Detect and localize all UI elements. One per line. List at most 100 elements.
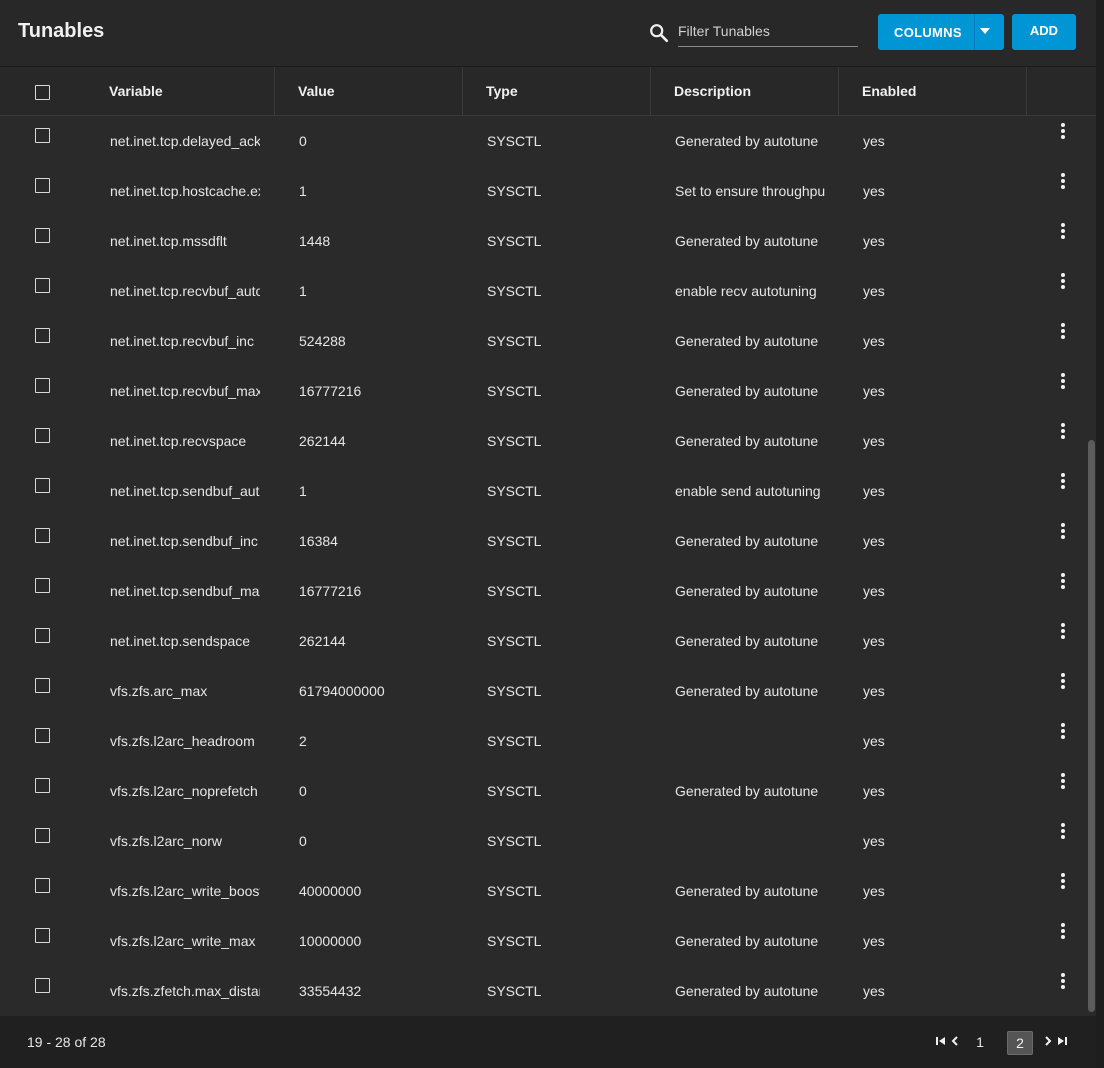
cell-enabled: yes: [863, 933, 885, 949]
column-header-value[interactable]: Value: [298, 67, 335, 115]
table-row[interactable]: net.inet.tcp.recvbuf_inc 524288 SYSCTL Gene…: [0, 316, 1088, 367]
more-vert-icon[interactable]: [1058, 973, 1068, 993]
more-vert-icon[interactable]: [1058, 273, 1068, 293]
cell-enabled: yes: [863, 483, 885, 499]
more-vert-icon[interactable]: [1058, 123, 1068, 143]
cell-variable: vfs.zfs.l2arc_norw: [110, 833, 223, 849]
scrollbar-thumb[interactable]: [1088, 440, 1095, 1012]
more-vert-icon[interactable]: [1058, 223, 1068, 243]
row-checkbox[interactable]: [35, 878, 50, 893]
row-checkbox[interactable]: [35, 678, 50, 693]
table-row[interactable]: net.inet.tcp.recvspace 262144 SYSCTL Genera…: [0, 416, 1088, 467]
column-header-variable[interactable]: Variable: [109, 67, 163, 115]
more-vert-icon[interactable]: [1058, 323, 1068, 343]
row-checkbox[interactable]: [35, 328, 50, 343]
more-vert-icon[interactable]: [1058, 723, 1068, 743]
cell-description: Generated by autotune: [675, 133, 819, 149]
row-checkbox[interactable]: [35, 778, 50, 793]
chevron-left-icon[interactable]: [948, 1034, 962, 1048]
column-divider[interactable]: [838, 67, 839, 115]
more-vert-icon[interactable]: [1058, 823, 1068, 843]
cell-variable: net.inet.tcp.recvbuf_auto: [110, 283, 260, 299]
page-button-1[interactable]: 1: [968, 1031, 992, 1053]
table-row[interactable]: vfs.zfs.zfetch.max_distance 33554432 SYSCT…: [0, 966, 1088, 1012]
row-checkbox[interactable]: [35, 728, 50, 743]
row-checkbox[interactable]: [35, 478, 50, 493]
column-header-enabled[interactable]: Enabled: [862, 67, 916, 115]
cell-value: 16777216: [299, 583, 362, 599]
cell-variable: net.inet.tcp.sendbuf_max: [110, 583, 260, 599]
columns-button[interactable]: COLUMNS: [878, 14, 1004, 50]
row-checkbox[interactable]: [35, 128, 50, 143]
chevron-right-icon[interactable]: [1041, 1034, 1055, 1048]
row-checkbox[interactable]: [35, 178, 50, 193]
table-row[interactable]: net.inet.tcp.hostcache.expire 1 SYSCTL Set …: [0, 166, 1088, 217]
more-vert-icon[interactable]: [1058, 773, 1068, 793]
toolbar: Tunables COLUMNS ADD: [0, 0, 1096, 67]
column-divider[interactable]: [1026, 67, 1027, 115]
more-vert-icon[interactable]: [1058, 923, 1068, 943]
table-row[interactable]: net.inet.tcp.recvbuf_auto 1 SYSCTL enable r…: [0, 266, 1088, 317]
cell-enabled: yes: [863, 233, 885, 249]
column-divider[interactable]: [650, 67, 651, 115]
last-page-icon[interactable]: [1055, 1034, 1069, 1048]
caret-down-icon[interactable]: [980, 28, 990, 34]
table-row[interactable]: vfs.zfs.arc_max 61794000000 SYSCTL Generate…: [0, 666, 1088, 717]
more-vert-icon[interactable]: [1058, 573, 1068, 593]
table-row[interactable]: net.inet.tcp.sendbuf_inc 16384 SYSCTL Gener…: [0, 516, 1088, 567]
first-page-icon[interactable]: [934, 1034, 948, 1048]
cell-description: Generated by autotune: [675, 783, 819, 799]
cell-variable: net.inet.tcp.delayed_ack: [110, 133, 260, 149]
table-row[interactable]: vfs.zfs.l2arc_write_boost 40000000 SYSCTL G…: [0, 866, 1088, 917]
more-vert-icon[interactable]: [1058, 873, 1068, 893]
row-checkbox[interactable]: [35, 528, 50, 543]
page-button-2[interactable]: 2: [1007, 1031, 1033, 1055]
cell-description: Generated by autotune: [675, 333, 819, 349]
more-vert-icon[interactable]: [1058, 173, 1068, 193]
table-row[interactable]: vfs.zfs.l2arc_write_max 10000000 SYSCTL Gen…: [0, 916, 1088, 967]
cell-type: SYSCTL: [487, 833, 542, 849]
more-vert-icon[interactable]: [1058, 373, 1068, 393]
cell-value: 33554432: [299, 983, 362, 999]
cell-value: 262144: [299, 433, 346, 449]
table-row[interactable]: vfs.zfs.l2arc_noprefetch 0 SYSCTL Generated…: [0, 766, 1088, 817]
row-checkbox[interactable]: [35, 278, 50, 293]
table-row[interactable]: net.inet.tcp.delayed_ack 0 SYSCTL Generated…: [0, 116, 1088, 167]
table-row[interactable]: net.inet.tcp.sendbuf_auto 1 SYSCTL enable s…: [0, 466, 1088, 517]
table-row[interactable]: vfs.zfs.l2arc_headroom 2 SYSCTL yes: [0, 716, 1088, 767]
table-row[interactable]: net.inet.tcp.recvbuf_max 16777216 SYSCTL Ge…: [0, 366, 1088, 417]
columns-button-label: COLUMNS: [894, 24, 962, 40]
select-all-checkbox[interactable]: [35, 85, 50, 100]
row-checkbox[interactable]: [35, 828, 50, 843]
table-row[interactable]: vfs.zfs.l2arc_norw 0 SYSCTL yes: [0, 816, 1088, 867]
table-row[interactable]: net.inet.tcp.mssdflt 1448 SYSCTL Generated …: [0, 216, 1088, 267]
more-vert-icon[interactable]: [1058, 673, 1068, 693]
table-row[interactable]: net.inet.tcp.sendspace 262144 SYSCTL Genera…: [0, 616, 1088, 667]
more-vert-icon[interactable]: [1058, 473, 1068, 493]
cell-value: 0: [299, 133, 307, 149]
row-checkbox[interactable]: [35, 378, 50, 393]
more-vert-icon[interactable]: [1058, 423, 1068, 443]
column-header-description[interactable]: Description: [674, 67, 751, 115]
add-button[interactable]: ADD: [1012, 14, 1076, 50]
cell-description: Generated by autotune: [675, 633, 819, 649]
row-checkbox[interactable]: [35, 578, 50, 593]
table-header: Variable Value Type Description Enabled: [0, 67, 1096, 116]
row-checkbox[interactable]: [35, 928, 50, 943]
row-checkbox[interactable]: [35, 428, 50, 443]
search-icon[interactable]: [648, 22, 670, 44]
row-checkbox[interactable]: [35, 628, 50, 643]
row-checkbox[interactable]: [35, 228, 50, 243]
cell-enabled: yes: [863, 433, 885, 449]
row-checkbox[interactable]: [35, 978, 50, 993]
table-row[interactable]: net.inet.tcp.sendbuf_max 16777216 SYSCTL Ge…: [0, 566, 1088, 617]
more-vert-icon[interactable]: [1058, 623, 1068, 643]
column-divider[interactable]: [462, 67, 463, 115]
more-vert-icon[interactable]: [1058, 523, 1068, 543]
column-header-type[interactable]: Type: [486, 67, 518, 115]
cell-description: Generated by autotune: [675, 683, 819, 699]
filter-input[interactable]: [678, 18, 856, 44]
cell-description: [675, 716, 825, 766]
column-divider[interactable]: [274, 67, 275, 115]
cell-value: 61794000000: [299, 683, 385, 699]
